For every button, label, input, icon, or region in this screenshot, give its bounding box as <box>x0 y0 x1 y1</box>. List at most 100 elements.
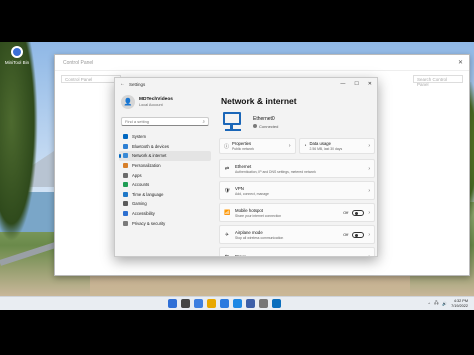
sidebar-item-accessibility[interactable]: Accessibility <box>119 209 211 219</box>
sidebar-item-label: Gaming <box>132 201 147 207</box>
nav-icon <box>123 134 128 140</box>
sidebar-item-gaming[interactable]: Gaming <box>119 199 211 209</box>
toggle-switch[interactable] <box>352 231 365 238</box>
sidebar-item-privacy-security[interactable]: Privacy & security <box>119 218 211 228</box>
volume-icon[interactable]: 🔊 <box>442 301 447 306</box>
properties-button[interactable]: ⓘ Properties Public network › <box>219 138 296 154</box>
sidebar-item-apps[interactable]: Apps <box>119 170 211 180</box>
option-controls: › <box>368 166 370 172</box>
option-controls: › <box>368 188 370 194</box>
nav-icon <box>123 163 128 169</box>
option-title: Ethernet <box>235 163 252 169</box>
taskbar-app-icon[interactable] <box>181 299 190 308</box>
close-icon[interactable]: ✕ <box>458 59 463 66</box>
settings-search-input[interactable]: Find a setting ⌕ <box>121 117 209 126</box>
sidebar-item-time-language[interactable]: Time & language <box>119 190 211 200</box>
clock[interactable]: 4:32 PM 7/19/2022 <box>451 299 468 308</box>
option-card-airplane-mode[interactable]: ✈ Airplane mode Stop all wireless communic… <box>219 225 375 244</box>
network-summary-row: ⓘ Properties Public network › ◔ Data usa… <box>219 138 375 154</box>
sidebar-item-label: Personalization <box>132 163 161 169</box>
chevron-right-icon: › <box>288 143 291 149</box>
sidebar-item-network-internet[interactable]: Network & internet <box>119 151 211 161</box>
screen: MiniTool Bin Control Panel ✕ Control Pan… <box>0 0 474 355</box>
network-hero: Ethernet0 Connected <box>221 112 375 132</box>
user-name: MDTechVideos <box>139 97 173 102</box>
option-subtitle: Share your internet connection <box>235 213 282 218</box>
data-usage-title: Data usage <box>309 141 331 146</box>
settings-content: Network & internet Ethernet0 Connected ⓘ <box>219 92 375 257</box>
adapter-status: Connected <box>253 124 278 129</box>
chevron-right-icon: › <box>368 165 370 172</box>
option-icon: ⇆ <box>224 253 230 257</box>
ethernet-monitor-icon <box>221 112 247 132</box>
taskbar: ^ 🖧 🔊 4:32 PM 7/19/2022 <box>0 296 474 310</box>
chevron-right-icon: › <box>368 231 370 238</box>
taskbar-app-icon[interactable] <box>220 299 229 308</box>
user-profile[interactable]: 👤 MDTechVideos Local Account <box>119 92 211 112</box>
option-subtitle: Add, connect, manage <box>235 191 269 196</box>
sidebar-item-bluetooth-devices[interactable]: Bluetooth & devices <box>119 142 211 152</box>
option-icon: ✈ <box>224 231 230 238</box>
sidebar-item-accounts[interactable]: Accounts <box>119 180 211 190</box>
chevron-right-icon: › <box>368 253 370 257</box>
settings-titlebar: ← Settings — ☐ ✕ <box>115 78 377 90</box>
nav-icon <box>123 201 128 207</box>
option-subtitle: Stop all wireless communication <box>235 235 284 240</box>
taskbar-app-icon[interactable] <box>259 299 268 308</box>
close-icon[interactable]: ✕ <box>368 81 372 87</box>
taskbar-app-icon[interactable] <box>272 299 281 308</box>
control-panel-address-bar[interactable]: Control Panel <box>61 75 121 83</box>
recycle-bin-icon <box>11 46 23 58</box>
nav-icon <box>123 191 128 197</box>
sidebar-item-system[interactable]: System <box>119 132 211 142</box>
sidebar-item-label: Bluetooth & devices <box>132 143 170 149</box>
sidebar-item-personalization[interactable]: Personalization <box>119 161 211 171</box>
settings-sidebar: 👤 MDTechVideos Local Account Find a sett… <box>119 92 211 256</box>
sidebar-item-label: Accounts <box>132 182 150 188</box>
control-panel-search[interactable]: Search Control Panel <box>413 75 463 87</box>
page-title: Network & internet <box>221 96 297 106</box>
info-icon: ⓘ <box>224 143 230 150</box>
network-icon[interactable]: 🖧 <box>434 301 438 307</box>
nav-icon <box>123 172 128 178</box>
taskbar-apps <box>168 299 281 308</box>
wallpaper-tree-left <box>0 42 38 242</box>
chevron-right-icon: › <box>368 209 370 216</box>
properties-subtitle: Public network <box>232 147 255 151</box>
minimize-icon[interactable]: — <box>340 81 345 87</box>
option-subtitle: Authentication, IP and DNS settings, met… <box>235 169 316 174</box>
data-usage-icon: ◔ <box>303 143 307 149</box>
toggle-switch[interactable] <box>352 209 365 216</box>
taskbar-app-icon[interactable] <box>207 299 216 308</box>
chevron-up-icon[interactable]: ^ <box>428 302 430 306</box>
chevron-right-icon: › <box>368 187 370 194</box>
search-placeholder: Find a setting <box>125 119 150 124</box>
option-card-vpn[interactable]: 🛡 VPN Add, connect, manage › <box>219 181 375 200</box>
option-controls: Off › <box>343 231 370 238</box>
taskbar-app-icon[interactable] <box>233 299 242 308</box>
option-card-ethernet[interactable]: ⇄ Ethernet Authentication, IP and DNS sett… <box>219 159 375 178</box>
taskbar-app-icon[interactable] <box>194 299 203 308</box>
taskbar-app-icon[interactable] <box>246 299 255 308</box>
option-icon: ⇄ <box>224 165 230 172</box>
sidebar-item-label: Accessibility <box>132 211 155 217</box>
option-controls: › <box>368 253 370 257</box>
option-card-mobile-hotspot[interactable]: 📶 Mobile hotspot Share your internet conne… <box>219 203 375 222</box>
nav-icon <box>123 182 128 188</box>
nav-icon <box>123 220 128 226</box>
nav-icon <box>123 211 128 217</box>
start-icon[interactable] <box>168 299 177 308</box>
maximize-icon[interactable]: ☐ <box>354 81 358 87</box>
settings-nav: System Bluetooth & devices Network & inter… <box>119 132 211 228</box>
window-controls: — ☐ ✕ <box>340 81 372 87</box>
nav-icon <box>123 143 128 149</box>
desktop-icon[interactable]: MiniTool Bin <box>4 46 30 65</box>
settings-window-title: Settings <box>129 81 146 87</box>
avatar: 👤 <box>121 95 135 109</box>
chevron-right-icon: › <box>368 143 370 149</box>
option-icon: 🛡 <box>224 187 231 194</box>
back-arrow-icon[interactable]: ← <box>120 81 125 87</box>
option-title: VPN <box>235 185 244 191</box>
option-card-proxy[interactable]: ⇆ Proxy › <box>219 247 375 257</box>
data-usage-button[interactable]: ◔ Data usage 2.56 MB, last 30 days › <box>298 138 375 154</box>
